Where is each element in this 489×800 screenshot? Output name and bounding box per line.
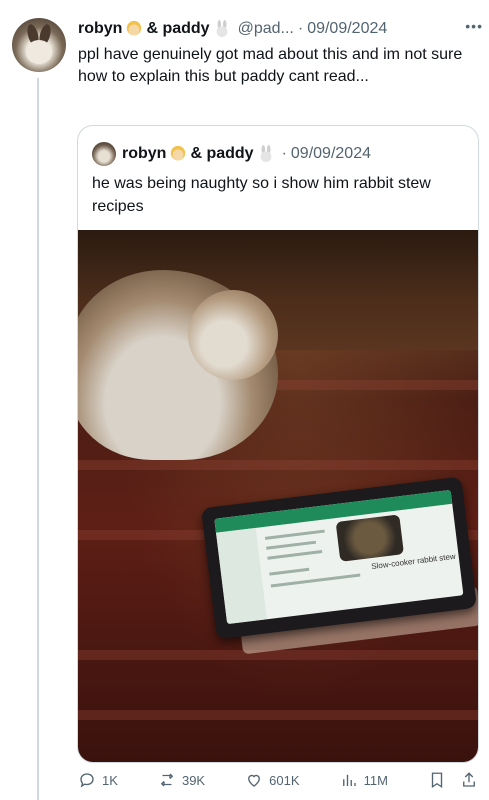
quote-author-suffix: & paddy bbox=[190, 145, 254, 162]
separator: · bbox=[297, 20, 304, 37]
share-icon[interactable] bbox=[460, 771, 478, 789]
avatar[interactable] bbox=[12, 18, 66, 72]
like-button[interactable]: 601K bbox=[245, 771, 300, 789]
blonde-person-emoji-icon bbox=[171, 145, 186, 161]
more-icon[interactable]: ••• bbox=[465, 18, 483, 34]
views-icon bbox=[342, 774, 356, 786]
blonde-person-emoji-icon bbox=[127, 20, 142, 36]
tweet-text: ppl have genuinely got mad about this an… bbox=[78, 46, 463, 85]
thread-line bbox=[37, 78, 39, 800]
quote-header: robyn & paddy · 09/09/2024 bbox=[92, 142, 371, 166]
quote-text: he was being naughty so i show him rabbi… bbox=[92, 175, 431, 215]
bookmark-icon[interactable] bbox=[428, 771, 446, 789]
tweet-header: robyn & paddy @pad... · 09/09/2024 bbox=[78, 18, 479, 40]
rabbit-emoji-icon bbox=[216, 20, 227, 38]
repost-button[interactable]: 39K bbox=[158, 771, 205, 789]
tablet-screen: Slow-cooker rabbit stew bbox=[214, 489, 464, 625]
rabbit-head bbox=[188, 290, 278, 380]
quote-photo[interactable]: Slow-cooker rabbit stew bbox=[78, 230, 478, 762]
rabbit-emoji-icon bbox=[260, 145, 271, 163]
stew-photo bbox=[335, 514, 405, 562]
repost-icon bbox=[160, 773, 174, 787]
reply-count: 1K bbox=[102, 772, 118, 788]
repost-count: 39K bbox=[181, 772, 206, 788]
views-count: 11M bbox=[363, 772, 388, 788]
author-handle[interactable]: @pad... bbox=[238, 20, 294, 38]
reply-button[interactable]: 1K bbox=[78, 771, 118, 789]
quote-avatar bbox=[92, 142, 116, 166]
tweet-date[interactable]: 09/09/2024 bbox=[307, 20, 387, 38]
heart-icon bbox=[248, 774, 261, 787]
author-name-suffix[interactable]: & paddy bbox=[146, 20, 209, 38]
like-count: 601K bbox=[269, 772, 300, 788]
quote-author-name: robyn bbox=[122, 145, 167, 162]
views-button[interactable]: 11M bbox=[340, 771, 388, 789]
quoted-tweet[interactable]: robyn & paddy · 09/09/2024 he was being … bbox=[77, 125, 479, 763]
reply-icon bbox=[80, 773, 94, 788]
action-bar: 1K 39K 601K 11M bbox=[78, 768, 478, 792]
quote-date: 09/09/2024 bbox=[290, 145, 371, 162]
author-name[interactable]: robyn bbox=[78, 20, 122, 38]
separator: · bbox=[281, 145, 287, 162]
